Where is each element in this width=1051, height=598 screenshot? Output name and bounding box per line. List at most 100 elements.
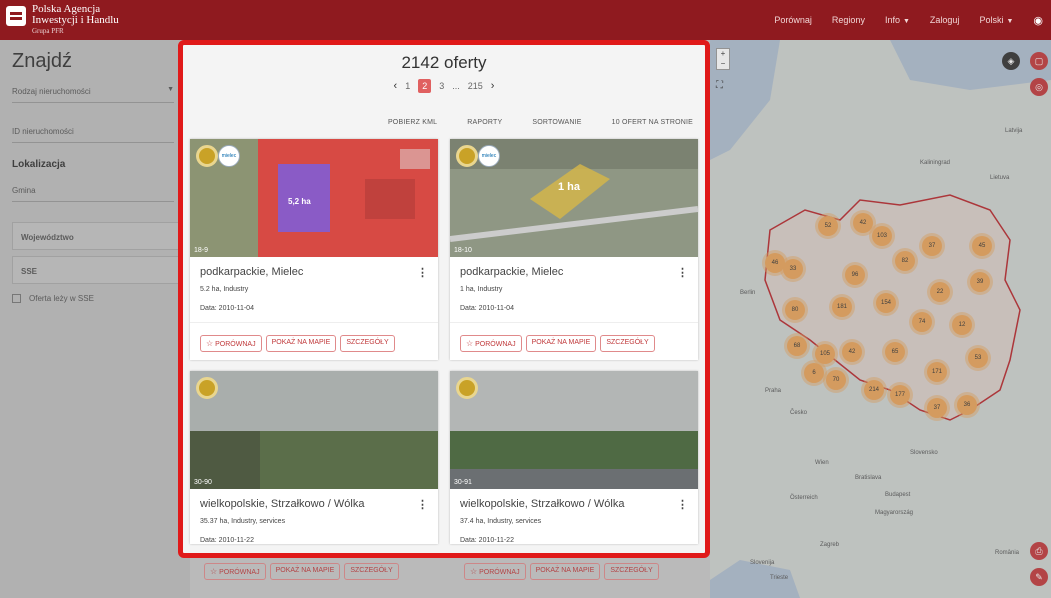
card-actions-row-below: ☆ PORÓWNAJ POKAŻ NA MAPIE SZCZEGÓŁY <box>204 563 399 580</box>
offer-photo[interactable]: 1 ha mielec 18-10 <box>450 139 698 257</box>
next-page-icon[interactable]: › <box>491 80 495 92</box>
map-cluster[interactable]: 53 <box>968 348 988 368</box>
map-cluster[interactable]: 42 <box>853 213 873 233</box>
map-cluster[interactable]: 12 <box>952 315 972 335</box>
map-cluster[interactable]: 82 <box>895 251 915 271</box>
map-cluster[interactable]: 39 <box>970 272 990 292</box>
zoom-control[interactable]: + − <box>716 48 730 70</box>
compare-button[interactable]: ☆ PORÓWNAJ <box>204 563 266 580</box>
layers-icon[interactable]: ◈ <box>1002 52 1020 70</box>
eye-icon[interactable]: ◉ <box>1033 14 1043 27</box>
more-vert-icon[interactable]: ⋮ <box>417 498 428 511</box>
details-button[interactable]: SZCZEGÓŁY <box>344 563 399 580</box>
show-on-map-button[interactable]: POKAŻ NA MAPIE <box>265 335 337 352</box>
map-cluster[interactable]: 33 <box>783 259 803 279</box>
offer-card[interactable]: 5,2 ha mielec 18-9 podkarpackie, Mielec … <box>190 139 438 360</box>
more-vert-icon[interactable]: ⋮ <box>417 266 428 279</box>
property-type-select[interactable]: Rodzaj nieruchomości ▼ <box>12 83 174 103</box>
map-cluster[interactable]: 37 <box>922 236 942 256</box>
locate-icon[interactable]: ◎ <box>1030 78 1048 96</box>
map-cluster[interactable]: 42 <box>842 342 862 362</box>
map-cluster[interactable]: 6 <box>804 363 824 383</box>
offer-card[interactable]: 30-90 wielkopolskie, Strzałkowo / Wólka … <box>190 371 438 544</box>
print-icon[interactable]: ⎙ <box>1030 542 1048 560</box>
prev-page-icon[interactable]: ‹ <box>394 80 398 92</box>
map-view-icon[interactable]: ▢ <box>1030 52 1048 70</box>
page-link[interactable]: 3 <box>439 81 444 91</box>
star-icon: ☆ <box>470 567 478 576</box>
results-panel: 2142 oferty ‹ 1 2 3 ... 215 › POBIERZ KM… <box>178 40 710 558</box>
map-cluster[interactable]: 154 <box>876 293 896 313</box>
offer-meta: 37.4 ha, Industry, services <box>460 518 542 525</box>
voivodeship-select[interactable]: Województwo <box>12 222 190 250</box>
city-label: Wien <box>815 460 829 466</box>
map-cluster[interactable]: 177 <box>890 385 910 405</box>
details-button[interactable]: SZCZEGÓŁY <box>604 563 659 580</box>
details-button[interactable]: SZCZEGÓŁY <box>600 335 655 352</box>
map-cluster[interactable]: 171 <box>927 362 947 382</box>
map-cluster[interactable]: 74 <box>912 312 932 332</box>
details-button[interactable]: SZCZEGÓŁY <box>340 335 395 352</box>
more-vert-icon[interactable]: ⋮ <box>677 498 688 511</box>
logo-line2: Inwestycji i Handlu <box>32 14 119 26</box>
show-on-map-button[interactable]: POKAŻ NA MAPIE <box>525 335 597 352</box>
map-cluster[interactable]: 105 <box>815 344 835 364</box>
map-cluster[interactable]: 103 <box>872 226 892 246</box>
download-kml-button[interactable]: POBIERZ KML <box>388 119 437 126</box>
page-link[interactable]: 215 <box>468 81 483 91</box>
nav-regions[interactable]: Regiony <box>832 15 865 25</box>
offer-meta: 1 ha, Industry <box>460 286 503 293</box>
property-id-input[interactable]: ID nieruchomości <box>12 123 174 143</box>
map-cluster[interactable]: 214 <box>864 380 884 400</box>
page-link-current[interactable]: 2 <box>418 79 432 93</box>
map-cluster[interactable]: 45 <box>972 236 992 256</box>
edit-icon[interactable]: ✎ <box>1030 568 1048 586</box>
logo[interactable]: Polska Agencja Inwestycji i Handlu Grupa… <box>6 4 119 37</box>
offer-card[interactable]: 30-91 wielkopolskie, Strzałkowo / Wólka … <box>450 371 698 544</box>
offer-title[interactable]: podkarpackie, Mielec <box>460 266 688 278</box>
offer-card[interactable]: 1 ha mielec 18-10 podkarpackie, Mielec ⋮… <box>450 139 698 360</box>
sse-checkbox-row[interactable]: Oferta leży w SSE <box>12 294 190 303</box>
offer-photo[interactable]: 5,2 ha mielec 18-9 <box>190 139 438 257</box>
offer-photo[interactable]: 30-91 <box>450 371 698 489</box>
map-cluster[interactable]: 80 <box>785 300 805 320</box>
nav-language[interactable]: Polski ▼ <box>979 15 1013 25</box>
map-cluster[interactable]: 65 <box>885 342 905 362</box>
nav-compare[interactable]: Porównaj <box>774 15 812 25</box>
map-cluster[interactable]: 70 <box>826 370 846 390</box>
map-cluster[interactable]: 36 <box>957 395 977 415</box>
show-on-map-button[interactable]: POKAŻ NA MAPIE <box>269 563 341 580</box>
city-label: Österreich <box>790 495 818 501</box>
sse-select[interactable]: SSE <box>12 256 190 284</box>
compare-button[interactable]: ☆ PORÓWNAJ <box>464 563 526 580</box>
chevron-down-icon: ▼ <box>902 18 910 25</box>
compare-button[interactable]: ☆ PORÓWNAJ <box>460 335 522 352</box>
map-cluster[interactable]: 96 <box>845 265 865 285</box>
per-page-button[interactable]: 10 OFERT NA STRONIE <box>612 119 693 126</box>
map-cluster[interactable]: 37 <box>927 398 947 418</box>
sort-button[interactable]: SORTOWANIE <box>532 119 581 126</box>
offer-title[interactable]: wielkopolskie, Strzałkowo / Wólka <box>460 498 688 510</box>
more-vert-icon[interactable]: ⋮ <box>677 266 688 279</box>
page-link[interactable]: 1 <box>405 81 410 91</box>
offer-date: Data: 2010-11-22 <box>200 537 254 544</box>
show-on-map-button[interactable]: POKAŻ NA MAPIE <box>529 563 601 580</box>
map-cluster[interactable]: 52 <box>818 216 838 236</box>
map-cluster[interactable]: 22 <box>930 282 950 302</box>
offer-photo[interactable]: 30-90 <box>190 371 438 489</box>
map-cluster[interactable]: 68 <box>787 336 807 356</box>
sse-checkbox[interactable] <box>12 294 21 303</box>
offer-title[interactable]: podkarpackie, Mielec <box>200 266 428 278</box>
compare-button[interactable]: ☆ PORÓWNAJ <box>200 335 262 352</box>
fullscreen-icon[interactable]: ⛶ <box>716 80 723 91</box>
gmina-input[interactable]: Gmina <box>12 182 174 202</box>
reports-button[interactable]: RAPORTY <box>467 119 502 126</box>
city-label: Kaliningrad <box>920 160 951 166</box>
offer-title[interactable]: wielkopolskie, Strzałkowo / Wólka <box>200 498 428 510</box>
map[interactable]: + − ⛶ ◈ ▢ ◎ ⎙ ✎ Berlin Praha Wien Budapes… <box>710 40 1051 598</box>
nav-info[interactable]: Info ▼ <box>885 15 910 25</box>
nav-login[interactable]: Zaloguj <box>930 15 960 25</box>
map-cluster[interactable]: 46 <box>765 253 785 273</box>
map-cluster[interactable]: 181 <box>832 297 852 317</box>
city-label: Zagreb <box>820 542 840 548</box>
